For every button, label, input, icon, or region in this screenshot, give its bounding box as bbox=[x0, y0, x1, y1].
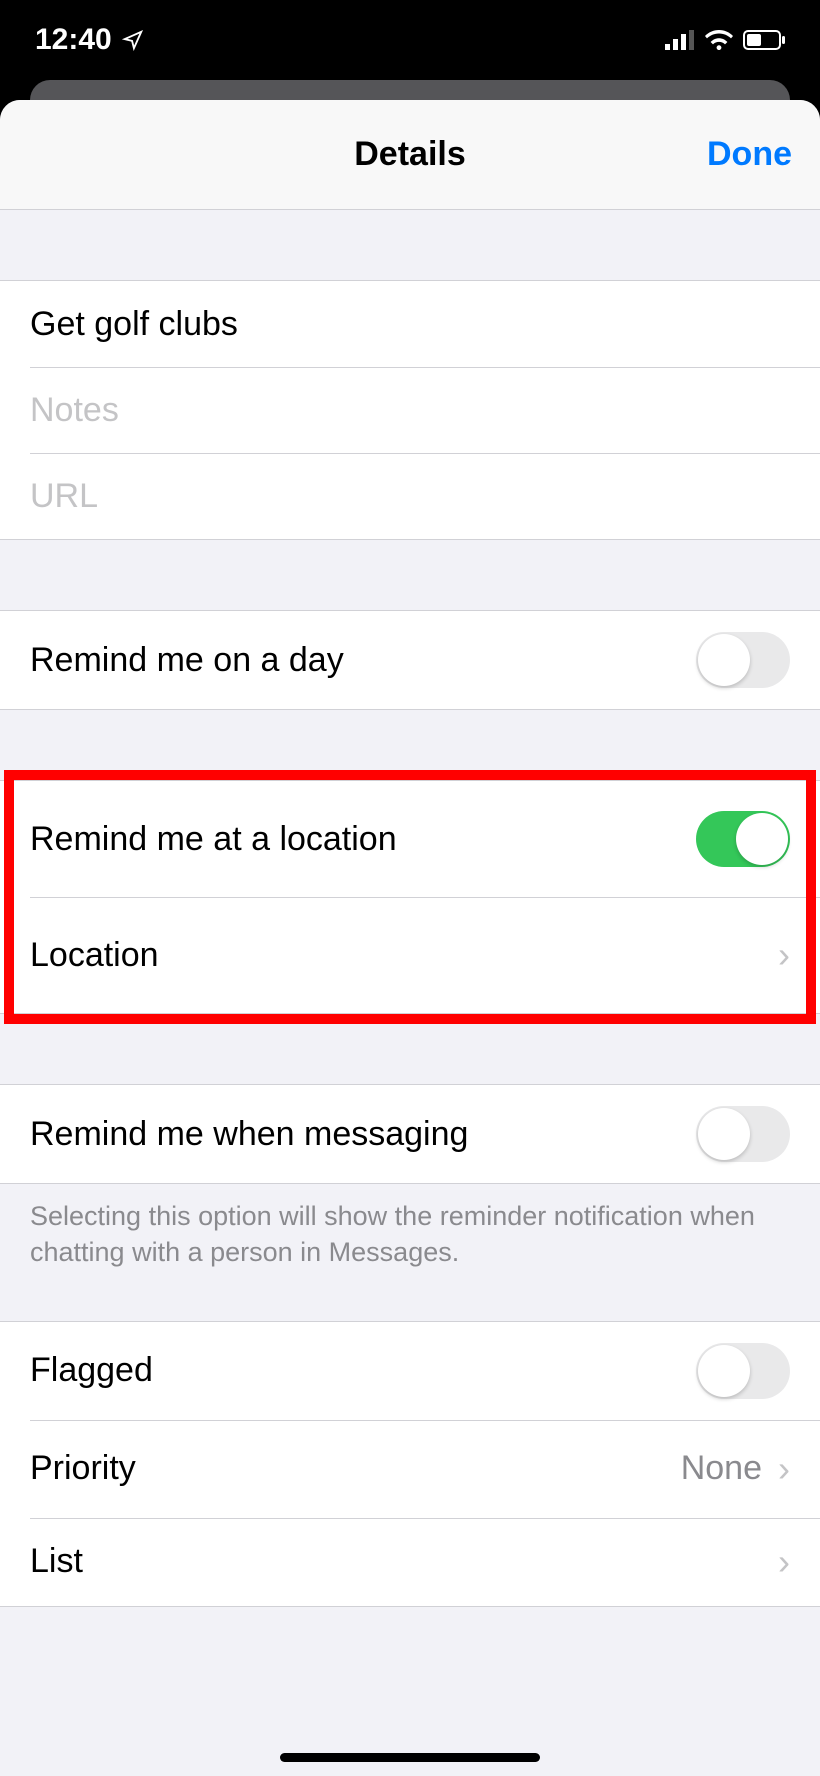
notes-placeholder: Notes bbox=[30, 391, 790, 430]
chevron-right-icon: › bbox=[778, 1448, 790, 1490]
url-field[interactable]: URL bbox=[0, 453, 820, 539]
url-placeholder: URL bbox=[30, 477, 790, 516]
remind-day-label: Remind me on a day bbox=[30, 641, 696, 680]
title-field[interactable]: Get golf clubs bbox=[0, 281, 820, 367]
flagged-toggle[interactable] bbox=[696, 1343, 790, 1399]
status-left: 12:40 bbox=[35, 23, 144, 57]
location-label: Location bbox=[30, 936, 772, 975]
remind-messaging-label: Remind me when messaging bbox=[30, 1115, 696, 1154]
sheet-background bbox=[0, 80, 820, 100]
list-row[interactable]: List › bbox=[0, 1518, 820, 1606]
home-indicator[interactable] bbox=[280, 1753, 540, 1762]
details-sheet: Details Done Get golf clubs Notes URL Re… bbox=[0, 100, 820, 1776]
priority-value: None bbox=[681, 1449, 762, 1488]
messaging-footer: Selecting this option will show the remi… bbox=[0, 1184, 820, 1291]
remind-location-label: Remind me at a location bbox=[30, 820, 696, 859]
status-time: 12:40 bbox=[35, 23, 112, 57]
status-right bbox=[665, 30, 785, 50]
priority-label: Priority bbox=[30, 1449, 681, 1488]
list-label: List bbox=[30, 1542, 772, 1581]
remind-messaging-group: Remind me when messaging bbox=[0, 1084, 820, 1184]
remind-day-row[interactable]: Remind me on a day bbox=[0, 611, 820, 709]
flagged-row[interactable]: Flagged bbox=[0, 1322, 820, 1420]
reminder-title: Get golf clubs bbox=[30, 305, 790, 344]
priority-row[interactable]: Priority None › bbox=[0, 1420, 820, 1518]
cellular-icon bbox=[665, 30, 695, 50]
location-row[interactable]: Location › bbox=[0, 897, 820, 1013]
remind-location-toggle[interactable] bbox=[696, 811, 790, 867]
done-button[interactable]: Done bbox=[707, 135, 792, 174]
flagged-label: Flagged bbox=[30, 1351, 696, 1390]
remind-day-toggle[interactable] bbox=[696, 632, 790, 688]
remind-location-group: Remind me at a location Location › bbox=[0, 780, 820, 1014]
remind-messaging-toggle[interactable] bbox=[696, 1106, 790, 1162]
title-group: Get golf clubs Notes URL bbox=[0, 280, 820, 540]
status-bar: 12:40 bbox=[0, 0, 820, 80]
wifi-icon bbox=[705, 30, 733, 50]
remind-messaging-row[interactable]: Remind me when messaging bbox=[0, 1085, 820, 1183]
nav-bar: Details Done bbox=[0, 100, 820, 210]
nav-title: Details bbox=[354, 135, 466, 174]
chevron-right-icon: › bbox=[778, 934, 790, 976]
battery-icon bbox=[743, 30, 785, 50]
remind-location-row[interactable]: Remind me at a location bbox=[0, 781, 820, 897]
notes-field[interactable]: Notes bbox=[0, 367, 820, 453]
flagged-group: Flagged Priority None › List › bbox=[0, 1321, 820, 1607]
remind-day-group: Remind me on a day bbox=[0, 610, 820, 710]
chevron-right-icon: › bbox=[778, 1541, 790, 1583]
location-icon bbox=[122, 29, 144, 51]
